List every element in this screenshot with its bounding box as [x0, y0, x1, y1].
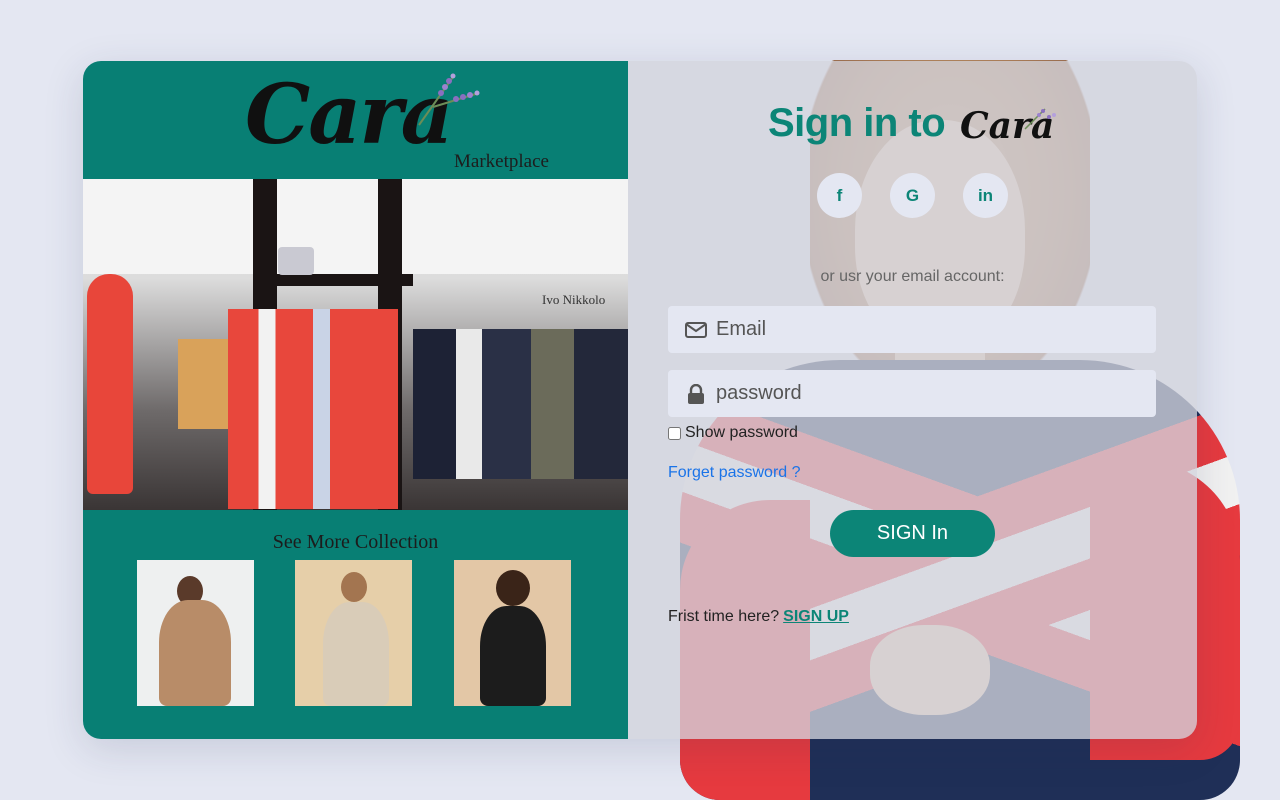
- thumb-model-outfit: [323, 602, 389, 706]
- store-ceiling: [83, 179, 628, 274]
- facebook-icon: f: [836, 185, 843, 205]
- store-bag: [278, 247, 314, 275]
- brand-logo-area: Cara Marketplace: [83, 61, 628, 179]
- lavender-icon: [1024, 108, 1056, 130]
- collection-thumb-3[interactable]: [454, 560, 571, 706]
- linkedin-button[interactable]: in: [963, 173, 1008, 218]
- show-password-toggle[interactable]: Show password: [668, 424, 798, 442]
- show-password-label: Show password: [685, 424, 798, 441]
- envelope-icon: [684, 321, 708, 338]
- thumb-model-shirt: [480, 606, 546, 706]
- brand-tagline: Marketplace: [454, 151, 549, 172]
- first-time-text: Frist time here?: [668, 608, 780, 625]
- clothes-rack: [178, 339, 228, 429]
- thumb-model-coat: [159, 600, 231, 706]
- clothes-rack: [228, 309, 398, 509]
- thumb-model-head: [496, 570, 530, 606]
- email-field[interactable]: [668, 306, 1156, 353]
- left-panel: Cara Marketplace Ivo Nikkolo See More Co…: [83, 61, 628, 739]
- linkedin-icon: in: [977, 185, 994, 205]
- signin-button[interactable]: SIGN In: [830, 510, 995, 557]
- see-more-heading: See More Collection: [272, 531, 439, 553]
- store-sign: Ivo Nikkolo: [542, 292, 605, 307]
- signin-title: Sign in to: [768, 101, 946, 145]
- thumb-model-head: [341, 572, 367, 602]
- store-photo: Ivo Nikkolo: [83, 179, 628, 510]
- or-email-text: or usr your email account:: [820, 268, 1005, 285]
- forget-password-link[interactable]: Forget password ?: [668, 464, 801, 482]
- signup-prompt: Frist time here? SIGN UP: [668, 608, 849, 626]
- signup-link[interactable]: SIGN UP: [783, 608, 849, 625]
- lavender-icon: [418, 73, 480, 126]
- password-input[interactable]: [716, 382, 1136, 405]
- clothes-rack: [413, 329, 628, 479]
- signin-panel: Sign in to Cara f G in or usr your email…: [628, 61, 1197, 739]
- password-field[interactable]: [668, 370, 1156, 417]
- lock-icon: [684, 383, 708, 404]
- facebook-button[interactable]: f: [817, 173, 862, 218]
- google-button[interactable]: G: [890, 173, 935, 218]
- email-input[interactable]: [716, 318, 1136, 341]
- collection-thumb-2[interactable]: [295, 560, 412, 706]
- store-shelf: [263, 274, 413, 286]
- store-mannequin: [87, 274, 133, 494]
- show-password-checkbox[interactable]: [668, 426, 681, 440]
- signin-card: Cara Marketplace Ivo Nikkolo See More Co…: [83, 61, 1197, 739]
- svg-text:Ivo Nikkolo: Ivo Nikkolo: [542, 292, 605, 307]
- google-icon: G: [905, 185, 920, 205]
- collection-thumb-1[interactable]: [137, 560, 254, 706]
